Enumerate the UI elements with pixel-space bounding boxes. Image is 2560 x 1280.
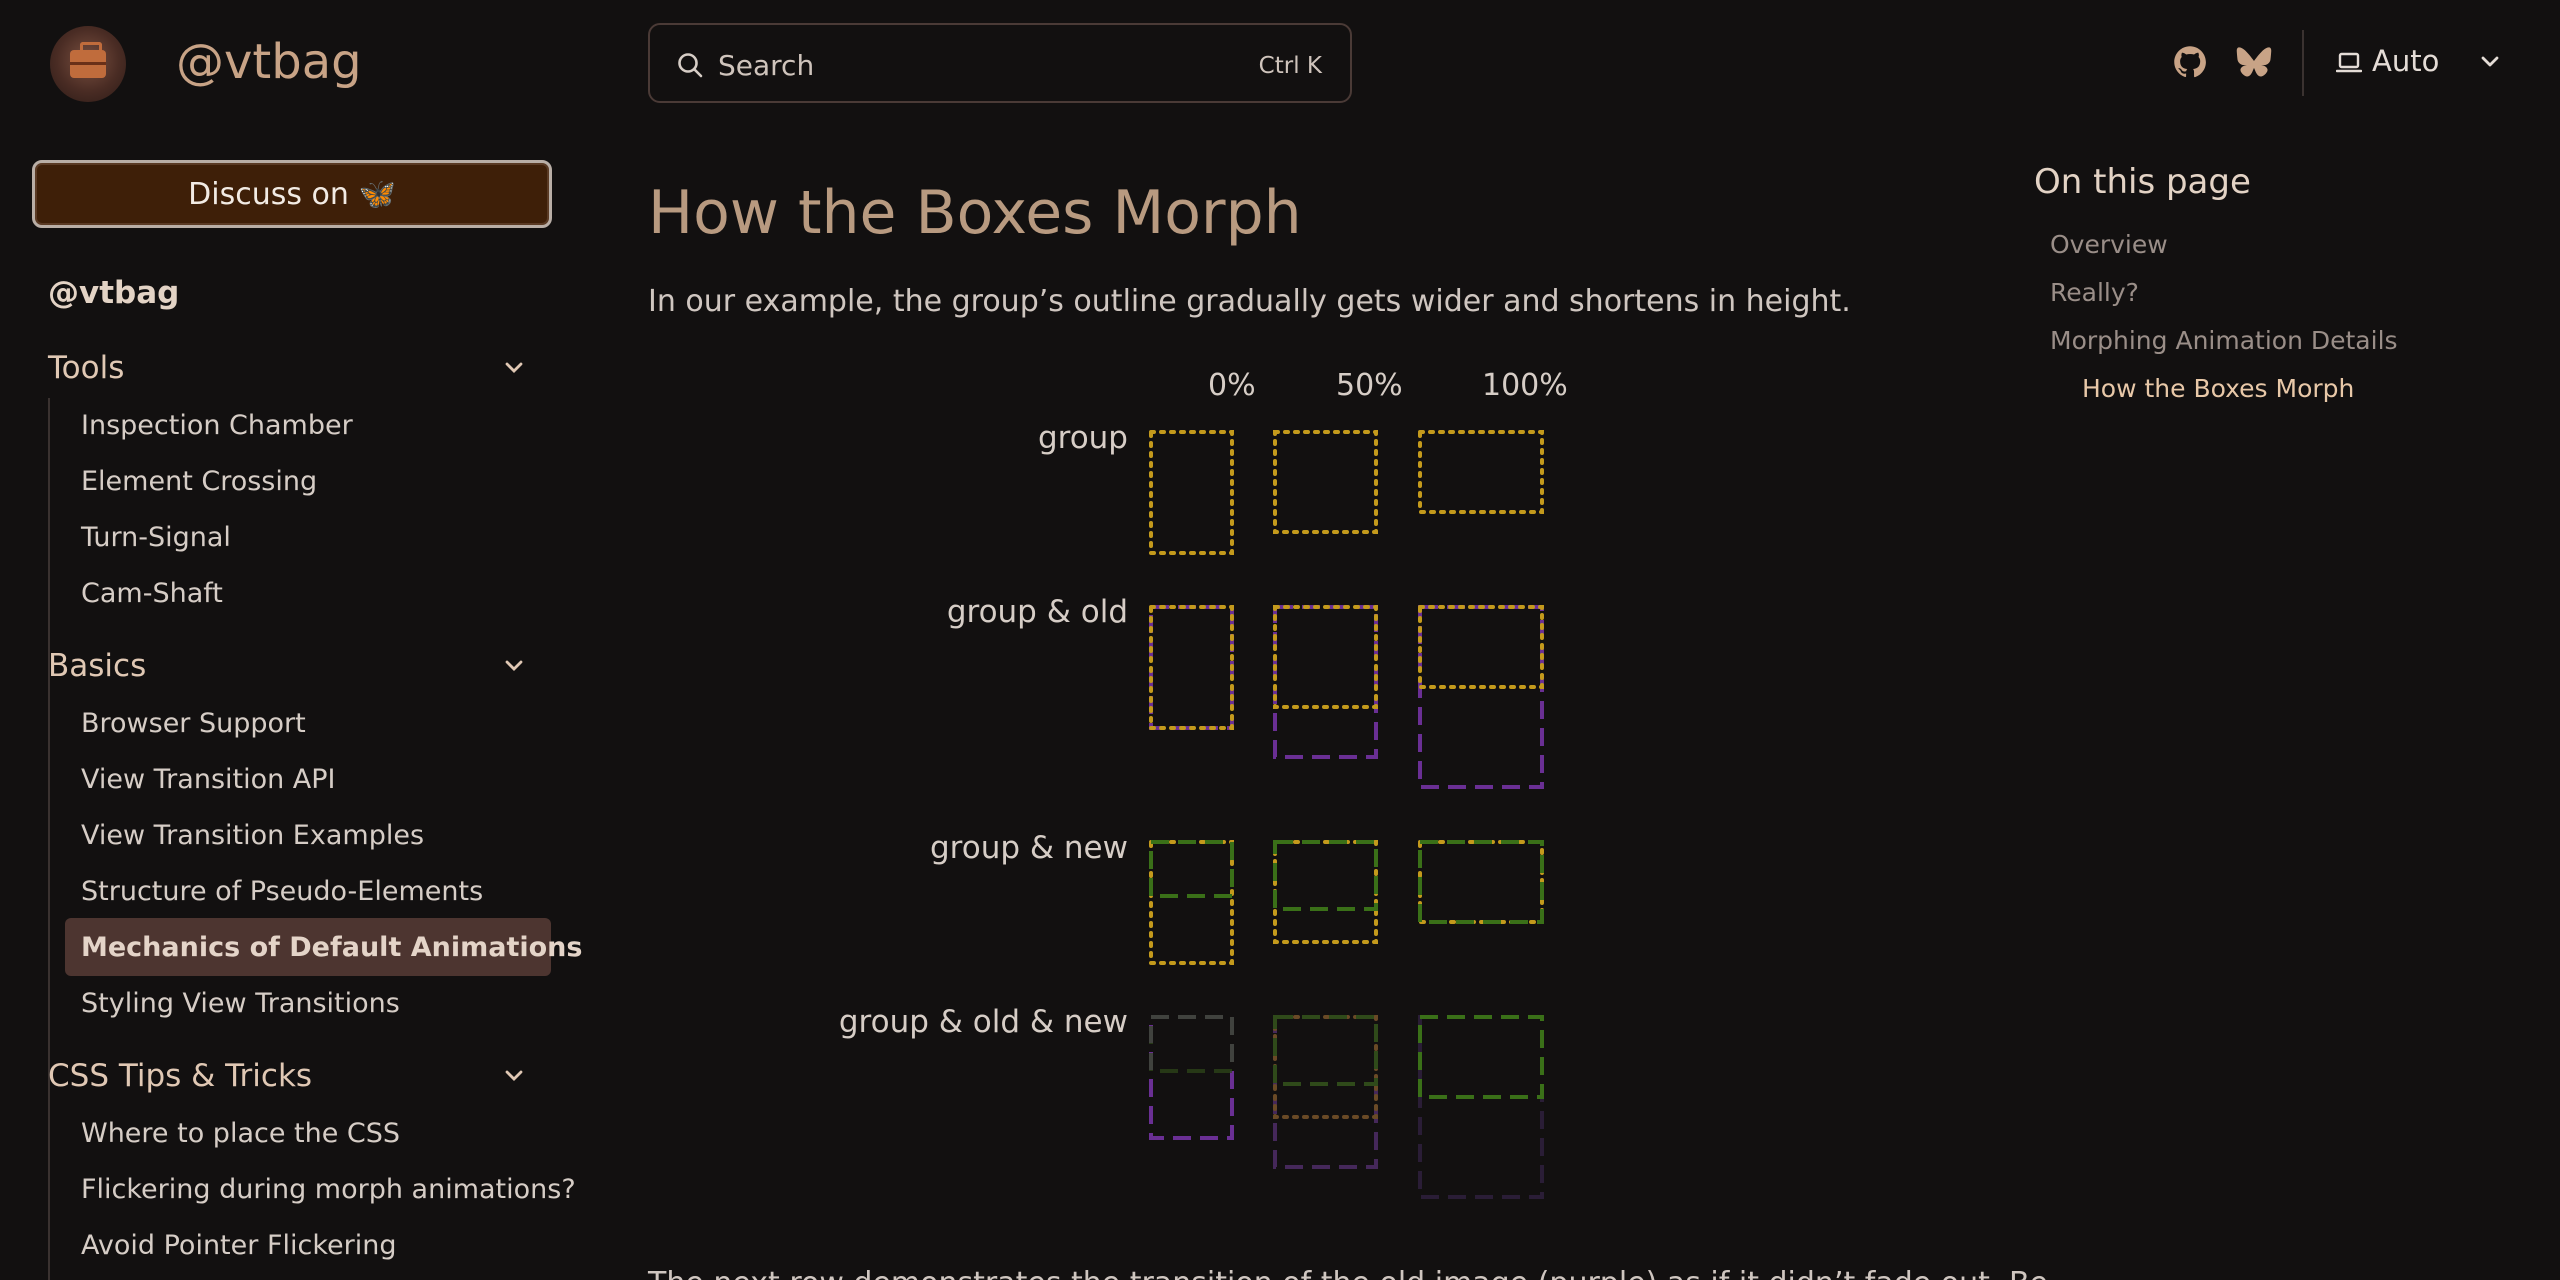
site-header: @vtbag Search Ctrl K Auto [0, 0, 2560, 128]
sidebar-item-mechanics-default-animations[interactable]: Mechanics of Default Animations [81, 932, 582, 963]
laptop-icon [2336, 52, 2362, 73]
toc-item-really[interactable]: Really? [2050, 278, 2139, 307]
percent-label-0: 0% [1208, 368, 1256, 403]
search-placeholder: Search [718, 49, 815, 82]
sidebar-root-link[interactable]: @vtbag [48, 275, 179, 311]
discuss-label: Discuss on 🦋 [188, 177, 396, 212]
diagram-row-group [1149, 430, 1544, 555]
diagram-row-group-new [1149, 840, 1544, 965]
diagram-row-group-old [1149, 605, 1544, 789]
row-label-group: group [1037, 420, 1128, 456]
sidebar-item-avoid-pointer-flickering[interactable]: Avoid Pointer Flickering [81, 1230, 396, 1261]
sidebar-item-element-crossing[interactable]: Element Crossing [81, 466, 317, 497]
sidebar-item-browser-support[interactable]: Browser Support [81, 708, 306, 739]
sidebar: Discuss on 🦋 @vtbag Tools Inspection Cha… [0, 128, 590, 1280]
chevron-down-icon[interactable] [502, 356, 526, 380]
intro-paragraph: In our example, the group’s outline grad… [648, 284, 1851, 319]
search-box[interactable]: Search Ctrl K [648, 23, 1352, 103]
morph-diagram [1149, 430, 1544, 1199]
sidebar-group-css-tips[interactable]: CSS Tips & Tricks [48, 1058, 312, 1094]
chevron-down-icon[interactable] [502, 1064, 526, 1088]
sidebar-group-tools[interactable]: Tools [48, 350, 124, 386]
search-shortcut: Ctrl K [1258, 53, 1322, 79]
sidebar-item-view-transition-api[interactable]: View Transition API [81, 764, 336, 795]
header-divider [2302, 30, 2304, 96]
row-label-group-old: group & old [946, 594, 1128, 630]
chevron-down-icon[interactable] [502, 654, 526, 678]
logo-briefcase-icon[interactable] [50, 26, 126, 102]
sidebar-group-line [48, 1106, 50, 1280]
sidebar-item-structure-pseudo-elements[interactable]: Structure of Pseudo-Elements [81, 876, 483, 907]
search-icon [678, 53, 703, 78]
percent-label-50: 50% [1336, 368, 1403, 403]
sidebar-item-inspection-chamber[interactable]: Inspection Chamber [81, 410, 353, 441]
toc-item-overview[interactable]: Overview [2050, 230, 2168, 259]
toc-title: On this page [2034, 162, 2251, 202]
bottom-paragraph: The next row demonstrates the transition… [648, 1266, 2048, 1280]
page-title: How the Boxes Morph [648, 178, 1302, 248]
discuss-button[interactable]: Discuss on 🦋 [32, 160, 552, 228]
toc-item-morphing-details[interactable]: Morphing Animation Details [2050, 326, 2398, 355]
sidebar-item-view-transition-examples[interactable]: View Transition Examples [81, 820, 424, 851]
diagram-row-group-old-new [1149, 1015, 1544, 1199]
sidebar-item-turn-signal[interactable]: Turn-Signal [81, 522, 231, 553]
theme-label: Auto [2372, 44, 2440, 78]
sidebar-item-cam-shaft[interactable]: Cam-Shaft [81, 578, 223, 609]
percent-label-100: 100% [1482, 368, 1568, 403]
row-label-group-old-new: group & old & new [838, 1004, 1128, 1040]
sidebar-item-flickering-morph[interactable]: Flickering during morph animations? [81, 1174, 576, 1205]
row-label-group-new: group & new [930, 830, 1128, 866]
sidebar-group-basics[interactable]: Basics [48, 648, 146, 684]
bluesky-icon[interactable] [2236, 44, 2272, 80]
sidebar-item-where-to-place-css[interactable]: Where to place the CSS [81, 1118, 400, 1149]
chevron-down-icon [2481, 56, 2499, 67]
site-title[interactable]: @vtbag [176, 34, 362, 90]
sidebar-item-styling-view-transitions[interactable]: Styling View Transitions [81, 988, 400, 1019]
github-icon[interactable] [2172, 44, 2208, 80]
toc-item-how-boxes-morph[interactable]: How the Boxes Morph [2082, 374, 2354, 403]
